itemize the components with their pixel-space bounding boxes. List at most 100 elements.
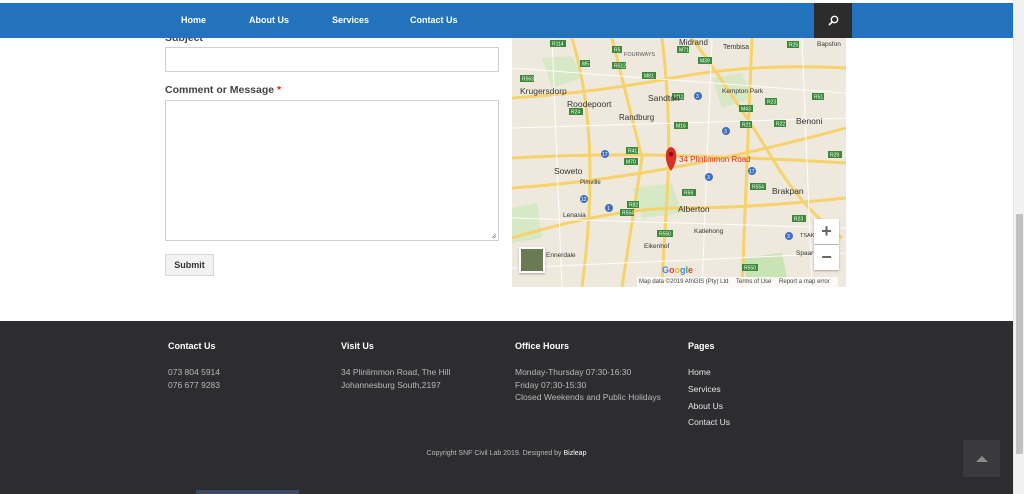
terms-link[interactable]: Terms of Use (736, 279, 771, 285)
svg-text:Midrand: Midrand (679, 38, 708, 47)
svg-text:17: 17 (749, 169, 755, 175)
svg-text:Alberton: Alberton (678, 204, 710, 214)
svg-text:3: 3 (787, 234, 790, 240)
footer-contact-phones: 073 804 5914 076 677 9283 (168, 366, 220, 391)
svg-text:Pimville: Pimville (580, 180, 601, 186)
zoom-in-button[interactable]: + (814, 219, 839, 244)
svg-text:Spaar: Spaar (796, 250, 814, 257)
map[interactable]: R114 R5 M71 M39 R25 R563 M5 R512 M81 M11… (512, 38, 846, 287)
phone-1[interactable]: 073 804 5914 (168, 366, 220, 379)
svg-text:Benoni: Benoni (796, 116, 823, 126)
svg-text:M71: M71 (679, 48, 689, 54)
svg-text:Lenasia: Lenasia (563, 212, 586, 219)
footer-hours-heading: Office Hours (515, 341, 570, 351)
resize-handle-icon[interactable] (491, 233, 497, 239)
svg-text:3: 3 (724, 129, 727, 135)
svg-text:R550: R550 (744, 266, 756, 272)
designer-link[interactable]: Bizleap (564, 450, 587, 457)
svg-text:R41: R41 (628, 149, 637, 155)
svg-text:Randburg: Randburg (619, 113, 654, 122)
svg-text:Kempton Park: Kempton Park (722, 88, 764, 95)
address-line-2: Johannesburg South,2197 (341, 379, 441, 390)
svg-text:12: 12 (581, 197, 587, 203)
svg-text:Ennerdale: Ennerdale (546, 252, 576, 259)
svg-text:17: 17 (602, 152, 608, 158)
back-to-top-button[interactable] (963, 440, 1000, 477)
footer-hours: Monday-Thursday 07:30-16:30 Friday 07:30… (515, 366, 661, 404)
svg-text:R22: R22 (776, 122, 785, 128)
svg-text:R21: R21 (742, 123, 751, 129)
svg-text:R29: R29 (830, 153, 839, 159)
svg-text:Katlehong: Katlehong (694, 228, 724, 235)
svg-text:FOURWAYS: FOURWAYS (624, 52, 655, 58)
svg-text:M43: M43 (741, 107, 751, 113)
svg-text:R23: R23 (767, 100, 776, 106)
footer-visit-heading: Visit Us (341, 341, 374, 351)
search-icon (827, 15, 838, 26)
nav-about-us[interactable]: About Us (249, 3, 289, 38)
svg-text:R59: R59 (684, 191, 693, 197)
zoom-out-button[interactable]: − (814, 245, 839, 270)
required-mark: * (277, 84, 282, 96)
svg-text:M5: M5 (582, 62, 589, 68)
footer-contact-heading: Contact Us (168, 341, 216, 351)
bottom-tab-indicator (196, 490, 299, 494)
svg-text:M16: M16 (676, 124, 686, 130)
svg-text:R114: R114 (552, 42, 564, 48)
svg-text:M70: M70 (626, 160, 636, 166)
svg-text:R51: R51 (814, 95, 823, 101)
svg-text:Krugersdorp: Krugersdorp (520, 86, 567, 96)
footer-link-about-us[interactable]: About Us (688, 401, 723, 411)
message-label: Comment or Message * (165, 84, 282, 96)
svg-text:R5: R5 (614, 48, 621, 54)
svg-text:Eikenhof: Eikenhof (644, 243, 669, 250)
svg-text:3: 3 (707, 175, 710, 181)
svg-text:M81: M81 (644, 74, 654, 80)
svg-text:R23: R23 (794, 217, 803, 223)
svg-text:Brakpan: Brakpan (772, 186, 804, 196)
chevron-up-icon (975, 455, 988, 462)
footer-link-contact-us[interactable]: Contact Us (688, 417, 730, 427)
page-scrollbar[interactable] (1013, 0, 1024, 494)
phone-2[interactable]: 076 677 9283 (168, 379, 220, 392)
google-logo: Google (662, 265, 694, 275)
address-line-1: 34 Plinlimmon Road, The Hill (341, 367, 451, 377)
svg-text:Sandton: Sandton (648, 93, 680, 103)
footer-pages-heading: Pages (688, 341, 715, 351)
nav-contact-us[interactable]: Contact Us (410, 3, 458, 38)
submit-button[interactable]: Submit (165, 254, 214, 276)
search-button[interactable] (814, 3, 852, 38)
report-error-link[interactable]: Report a map error (779, 279, 830, 285)
svg-text:TSAK: TSAK (800, 233, 815, 239)
satellite-toggle[interactable] (519, 247, 545, 273)
hours-line-3: Closed Weekends and Public Holidays (515, 392, 661, 402)
message-textarea[interactable] (165, 100, 499, 241)
svg-text:R512: R512 (614, 64, 626, 70)
svg-text:Tembisa: Tembisa (723, 44, 749, 51)
subject-input[interactable] (165, 47, 499, 72)
svg-text:Bapsfon: Bapsfon (817, 41, 841, 48)
svg-text:Soweto: Soweto (554, 166, 583, 176)
svg-text:3: 3 (696, 94, 699, 100)
map-data-text: Map data ©2019 AfriGIS (Pty) Ltd (639, 279, 729, 285)
map-marker-label: 34 Plinlimmon Road (679, 155, 751, 164)
svg-text:R82: R82 (629, 203, 638, 209)
nav-home[interactable]: Home (181, 3, 206, 38)
svg-text:R554: R554 (752, 185, 764, 191)
footer-address: 34 Plinlimmon Road, The Hill Johannesbur… (341, 366, 450, 391)
map-canvas[interactable]: R114 R5 M71 M39 R25 R563 M5 R512 M81 M11… (512, 38, 846, 287)
hours-line-1: Monday-Thursday 07:30-16:30 (515, 367, 632, 377)
scrollbar-thumb[interactable] (1016, 214, 1023, 454)
svg-text:R554: R554 (622, 211, 634, 217)
copyright-text: Copyright SNF Civil Lab 2019. Designed b… (426, 450, 562, 457)
page: { "nav": { "items": [ {"label": "Home"},… (0, 0, 1024, 494)
hours-line-2: Friday 07:30-15:30 (515, 379, 587, 390)
footer-link-home[interactable]: Home (688, 367, 711, 377)
svg-text:1: 1 (607, 206, 610, 212)
copyright: Copyright SNF Civil Lab 2019. Designed b… (0, 450, 1013, 457)
svg-text:R25: R25 (789, 43, 798, 49)
svg-text:M39: M39 (700, 59, 710, 65)
footer-link-services[interactable]: Services (688, 384, 721, 394)
nav-services[interactable]: Services (332, 3, 369, 38)
map-attribution: Map data ©2019 AfriGIS (Pty) Ltd Terms o… (637, 277, 838, 287)
